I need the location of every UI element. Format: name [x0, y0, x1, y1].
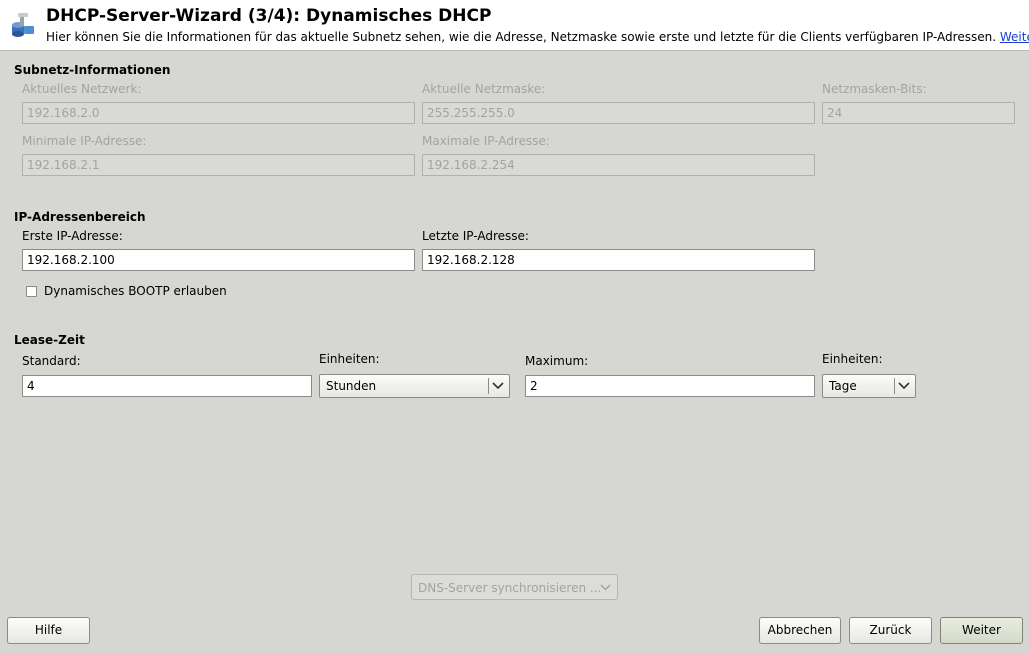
cancel-button[interactable]: Abbrechen — [759, 617, 841, 644]
lease-standard-label: Standard: — [22, 354, 81, 368]
lease-units1-select[interactable]: Stunden — [319, 374, 510, 398]
lease-section-title: Lease-Zeit — [14, 333, 85, 347]
network-server-icon — [12, 13, 34, 37]
current-netmask-label: Aktuelle Netzmaske: — [422, 82, 546, 96]
netmask-bits-label: Netzmasken-Bits: — [822, 82, 927, 96]
range-section-title: IP-Adressenbereich — [14, 210, 146, 224]
next-button[interactable]: Weiter — [940, 617, 1023, 644]
dns-sync-label: DNS-Server synchronisieren ... — [418, 581, 602, 595]
page-description: Hier können Sie die Informationen für da… — [46, 30, 1029, 44]
lease-maximum-input[interactable]: 2 — [525, 375, 815, 397]
back-button[interactable]: Zurück — [849, 617, 932, 644]
lease-units2-value: Tage — [829, 379, 857, 393]
bootp-label[interactable]: Dynamisches BOOTP erlauben — [44, 284, 227, 298]
more-link[interactable]: Weitere — [1000, 30, 1029, 44]
max-ip-label: Maximale IP-Adresse: — [422, 134, 550, 148]
netmask-bits-field: 24 — [822, 102, 1015, 124]
dns-sync-button: DNS-Server synchronisieren ... — [411, 574, 618, 600]
current-network-field: 192.168.2.0 — [22, 102, 415, 124]
first-ip-label: Erste IP-Adresse: — [22, 229, 123, 243]
chevron-down-icon — [898, 382, 910, 390]
lease-units2-label: Einheiten: — [822, 352, 883, 366]
wizard-header: DHCP-Server-Wizard (3/4): Dynamisches DH… — [0, 0, 1029, 51]
lease-units2-select[interactable]: Tage — [822, 374, 916, 398]
page-title: DHCP-Server-Wizard (3/4): Dynamisches DH… — [46, 6, 492, 26]
lease-maximum-label: Maximum: — [525, 354, 589, 368]
chevron-down-icon — [600, 584, 611, 591]
current-netmask-field: 255.255.255.0 — [422, 102, 815, 124]
subnet-section-title: Subnetz-Informationen — [14, 63, 171, 77]
min-ip-field: 192.168.2.1 — [22, 154, 415, 176]
chevron-down-icon — [492, 382, 504, 390]
help-button[interactable]: Hilfe — [7, 617, 90, 644]
current-network-label: Aktuelles Netzwerk: — [22, 82, 142, 96]
max-ip-field: 192.168.2.254 — [422, 154, 815, 176]
last-ip-input[interactable]: 192.168.2.128 — [422, 249, 815, 271]
lease-units1-value: Stunden — [326, 379, 377, 393]
last-ip-label: Letzte IP-Adresse: — [422, 229, 529, 243]
min-ip-label: Minimale IP-Adresse: — [22, 134, 147, 148]
lease-units1-label: Einheiten: — [319, 352, 380, 366]
first-ip-input[interactable]: 192.168.2.100 — [22, 249, 415, 271]
lease-standard-input[interactable]: 4 — [22, 375, 312, 397]
bootp-checkbox[interactable] — [26, 286, 37, 297]
description-text: Hier können Sie die Informationen für da… — [46, 30, 997, 44]
